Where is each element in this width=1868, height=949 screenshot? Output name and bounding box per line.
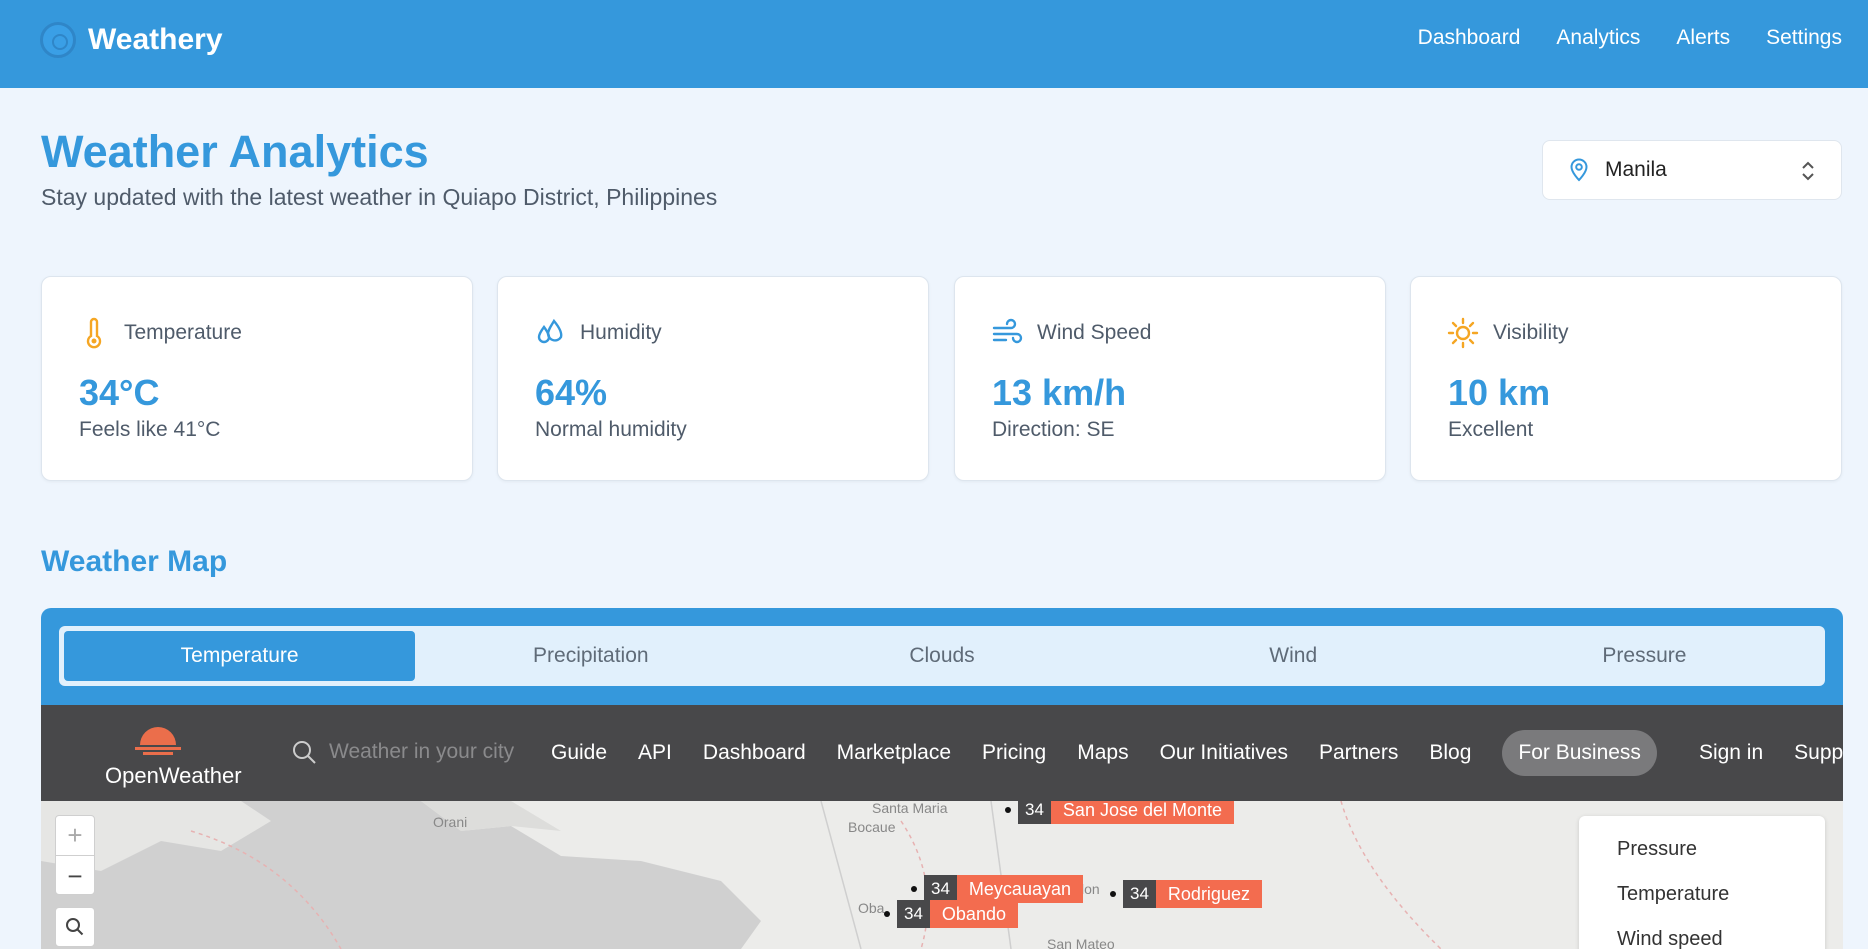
- map-pin-icon: [1570, 158, 1588, 182]
- app-name: Weathery: [88, 23, 223, 56]
- card-value: 13 km/h: [992, 372, 1127, 413]
- city-marker-san-jose-del-monte[interactable]: 34 San Jose del Monte: [1005, 801, 1235, 824]
- city-dot: [911, 886, 917, 892]
- ow-nav-blog[interactable]: Blog: [1429, 741, 1471, 765]
- wind-speed-card: Wind Speed 13 km/h Direction: SE: [954, 276, 1386, 481]
- droplets-icon: [537, 318, 563, 344]
- city-name: San Jose del Monte: [1050, 801, 1235, 824]
- place-label: San Mateo: [1047, 936, 1115, 949]
- city-name: Rodriguez: [1155, 880, 1262, 908]
- zoom-control: + −: [55, 815, 95, 895]
- openweather-logo[interactable]: OpenWeather: [105, 719, 245, 789]
- city-marker-rodriguez[interactable]: 34 Rodriguez: [1110, 880, 1262, 908]
- nav-settings[interactable]: Settings: [1766, 26, 1842, 50]
- tab-pressure[interactable]: Pressure: [1469, 631, 1820, 681]
- city-marker-obando[interactable]: 34 Obando: [884, 900, 1018, 928]
- nav-dashboard[interactable]: Dashboard: [1418, 26, 1521, 50]
- ow-sign-in-link[interactable]: Sign in: [1699, 741, 1763, 765]
- top-navbar: Weathery Dashboard Analytics Alerts Sett…: [0, 0, 1868, 88]
- city-temp: 34: [897, 900, 930, 928]
- place-label: Bocaue: [848, 819, 896, 835]
- ow-nav-pricing[interactable]: Pricing: [982, 741, 1046, 765]
- map-tabs: Temperature Precipitation Clouds Wind Pr…: [59, 626, 1825, 686]
- layer-option-temperature[interactable]: Temperature: [1617, 883, 1825, 906]
- weather-map-title: Weather Map: [41, 545, 228, 578]
- ow-nav-api[interactable]: API: [638, 741, 672, 765]
- map-search-button[interactable]: [55, 907, 95, 947]
- city-name: Obando: [929, 900, 1018, 928]
- openweather-nav: Guide API Dashboard Marketplace Pricing …: [551, 705, 1843, 801]
- card-value: 34°C: [79, 372, 160, 413]
- card-note: Excellent: [1448, 418, 1534, 441]
- layer-option-wind-speed[interactable]: Wind speed: [1617, 928, 1825, 949]
- city-dot: [884, 911, 890, 917]
- search-placeholder: Weather in your city: [329, 740, 515, 763]
- thermometer-icon: [86, 317, 102, 349]
- temperature-card: Temperature 34°C Feels like 41°C: [41, 276, 473, 481]
- ow-nav-dashboard[interactable]: Dashboard: [703, 741, 806, 765]
- main-nav: Dashboard Analytics Alerts Settings: [1418, 26, 1842, 50]
- city-temp: 34: [924, 875, 957, 903]
- map-canvas[interactable]: Santa Maria Orani Bocaue San Mateo Oba l…: [41, 801, 1843, 949]
- search-icon: [293, 741, 316, 764]
- city-temp: 34: [1123, 880, 1156, 908]
- layer-panel: Pressure Temperature Wind speed: [1579, 816, 1825, 949]
- tab-clouds[interactable]: Clouds: [766, 631, 1117, 681]
- zoom-out-button[interactable]: −: [56, 856, 94, 896]
- logo-icon: [40, 22, 76, 58]
- sun-icon: [1447, 317, 1479, 349]
- ow-nav-initiatives[interactable]: Our Initiatives: [1160, 741, 1288, 765]
- tab-temperature[interactable]: Temperature: [64, 631, 416, 681]
- tab-wind[interactable]: Wind: [1118, 631, 1469, 681]
- city-name: Meycauayan: [956, 875, 1083, 903]
- card-value: 10 km: [1448, 372, 1551, 413]
- city-dot: [1110, 891, 1116, 897]
- ow-support-link[interactable]: Support: [1794, 741, 1843, 765]
- page-title: Weather Analytics: [41, 126, 429, 177]
- openweather-logo-text: OpenWeather: [105, 763, 242, 788]
- card-label: Wind Speed: [1037, 321, 1152, 344]
- card-note: Direction: SE: [992, 418, 1115, 441]
- openweather-search[interactable]: Weather in your city: [291, 739, 514, 765]
- place-label: Orani: [433, 814, 468, 830]
- place-label: lon: [1081, 881, 1100, 897]
- zoom-in-button[interactable]: +: [56, 816, 94, 856]
- ow-nav-maps[interactable]: Maps: [1077, 741, 1128, 765]
- wind-icon: [992, 318, 1023, 344]
- visibility-card: Visibility 10 km Excellent: [1410, 276, 1842, 481]
- location-select[interactable]: Manila: [1542, 140, 1842, 200]
- page-subtitle: Stay updated with the latest weather in …: [41, 184, 718, 210]
- weather-map: Temperature Precipitation Clouds Wind Pr…: [41, 608, 1843, 949]
- ow-nav-guide[interactable]: Guide: [551, 741, 607, 765]
- humidity-card: Humidity 64% Normal humidity: [497, 276, 929, 481]
- city-temp: 34: [1018, 801, 1051, 824]
- card-label: Temperature: [124, 321, 242, 344]
- city-marker-meycauayan[interactable]: 34 Meycauayan: [911, 875, 1083, 903]
- city-dot: [1005, 807, 1011, 813]
- nav-alerts[interactable]: Alerts: [1676, 26, 1730, 50]
- card-label: Humidity: [580, 321, 662, 344]
- tab-precipitation[interactable]: Precipitation: [415, 631, 766, 681]
- place-label: Santa Maria: [872, 801, 948, 816]
- card-note: Feels like 41°C: [79, 418, 221, 441]
- ow-for-business-button[interactable]: For Business: [1502, 730, 1657, 776]
- brand[interactable]: Weathery: [40, 22, 223, 58]
- card-label: Visibility: [1493, 321, 1569, 344]
- sunset-logo-icon: [135, 727, 181, 755]
- chevron-up-down-icon: [1802, 161, 1814, 181]
- ow-nav-partners[interactable]: Partners: [1319, 741, 1398, 765]
- card-note: Normal humidity: [535, 418, 687, 441]
- openweather-navbar: OpenWeather Weather in your city Guide A…: [41, 705, 1843, 801]
- search-icon: [66, 918, 84, 936]
- location-value: Manila: [1605, 158, 1667, 181]
- nav-analytics[interactable]: Analytics: [1556, 26, 1640, 50]
- card-value: 64%: [535, 372, 608, 413]
- place-label: Oba: [858, 900, 885, 916]
- ow-nav-marketplace[interactable]: Marketplace: [837, 741, 951, 765]
- layer-option-pressure[interactable]: Pressure: [1617, 838, 1825, 861]
